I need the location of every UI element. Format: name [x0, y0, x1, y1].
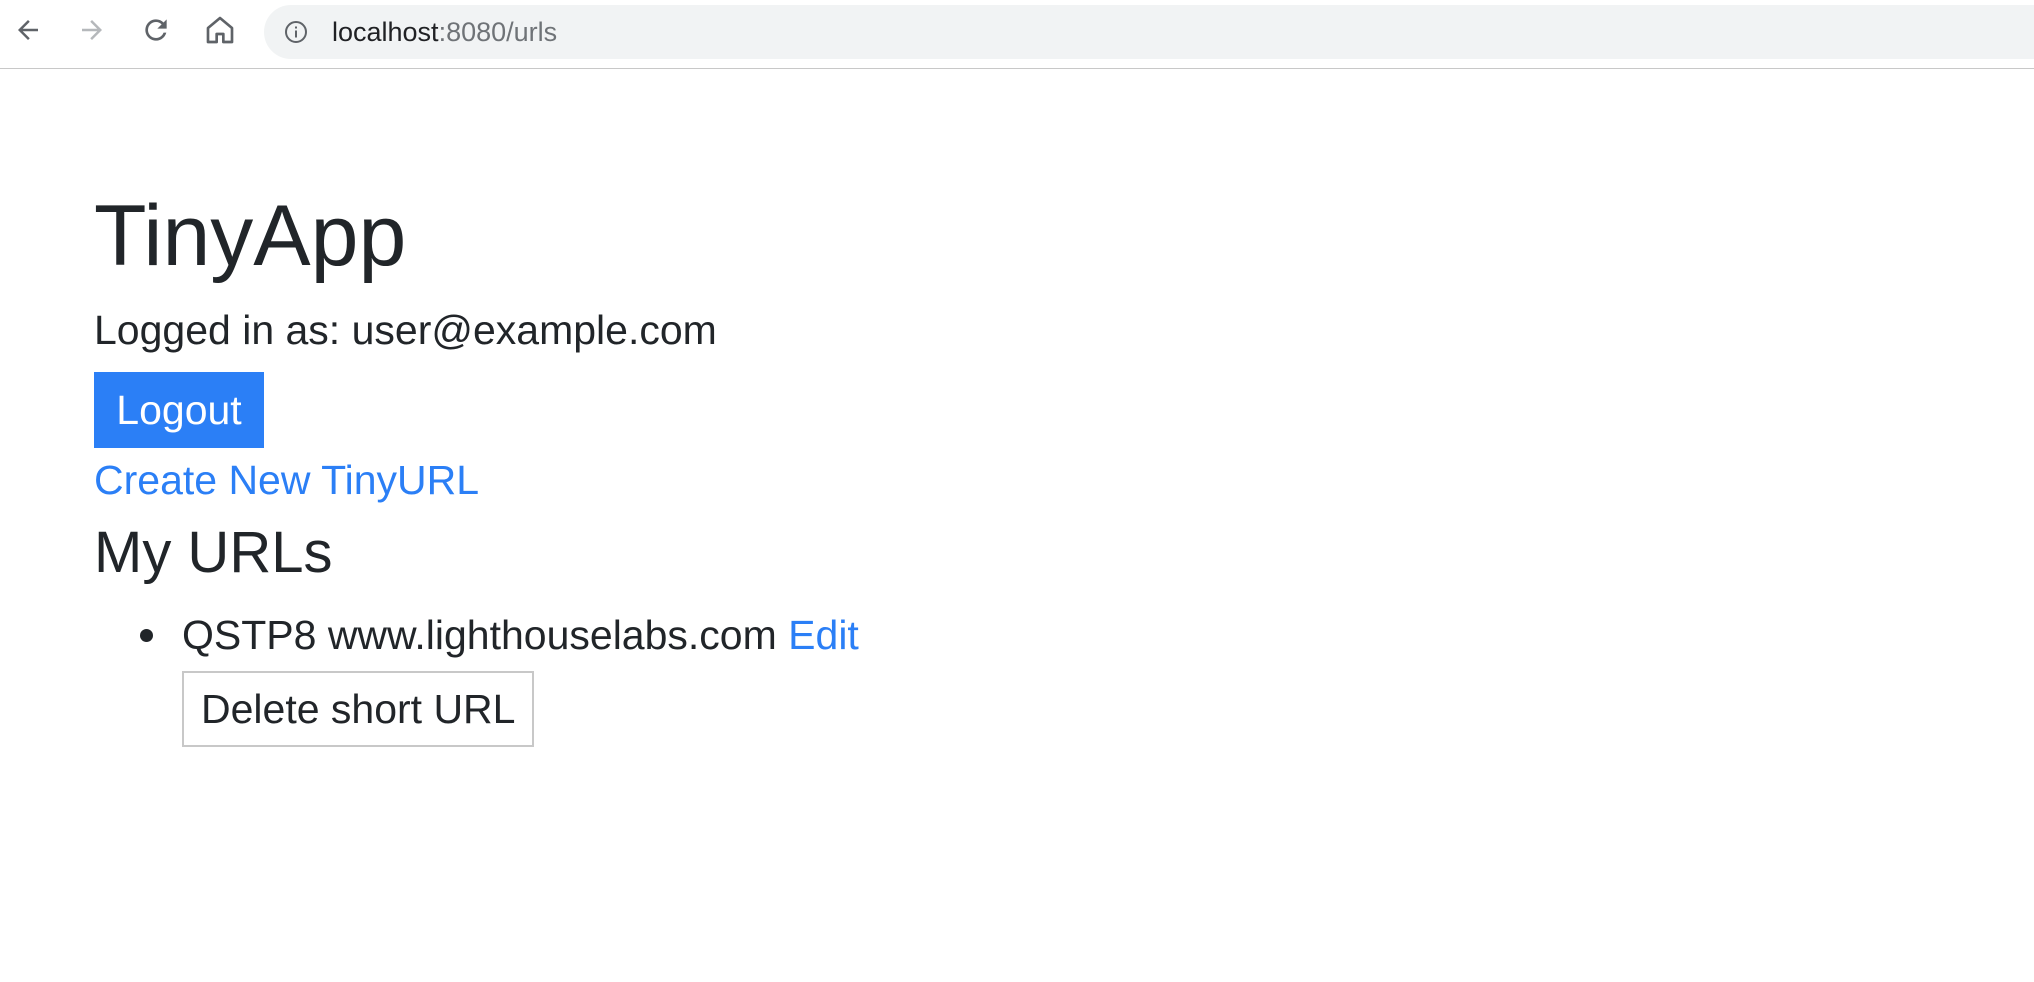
back-button[interactable] — [8, 10, 48, 50]
browser-toolbar: localhost:8080/urls — [0, 0, 2034, 69]
forward-button[interactable] — [72, 10, 112, 50]
page-title: TinyApp — [94, 188, 407, 284]
create-new-tinyurl-link[interactable]: Create New TinyURL — [94, 455, 479, 505]
logged-in-label: Logged in as: user@example.com — [94, 307, 717, 353]
logout-button[interactable]: Logout — [94, 372, 264, 448]
address-bar[interactable]: localhost:8080/urls — [264, 5, 2034, 59]
my-urls-heading: My URLs — [94, 520, 333, 585]
url-host: localhost — [332, 17, 439, 47]
url-list: QSTP8 www.lighthouselabs.com Edit — [94, 610, 859, 660]
info-icon[interactable] — [284, 20, 308, 44]
arrow-right-icon — [82, 20, 102, 40]
delete-short-url-button[interactable]: Delete short URL — [182, 671, 535, 747]
reload-button[interactable] — [136, 10, 176, 50]
url-entry-text: QSTP8 www.lighthouselabs.com — [182, 612, 777, 658]
list-item: QSTP8 www.lighthouselabs.com Edit — [94, 610, 859, 660]
arrow-left-icon — [18, 20, 38, 40]
url-text[interactable]: localhost:8080/urls — [332, 5, 557, 59]
reload-icon — [145, 19, 167, 41]
home-button[interactable] — [200, 10, 240, 50]
url-path: :8080/urls — [438, 17, 558, 47]
home-icon — [206, 16, 234, 44]
edit-link[interactable]: Edit — [788, 612, 859, 658]
bullet-icon — [140, 629, 153, 642]
